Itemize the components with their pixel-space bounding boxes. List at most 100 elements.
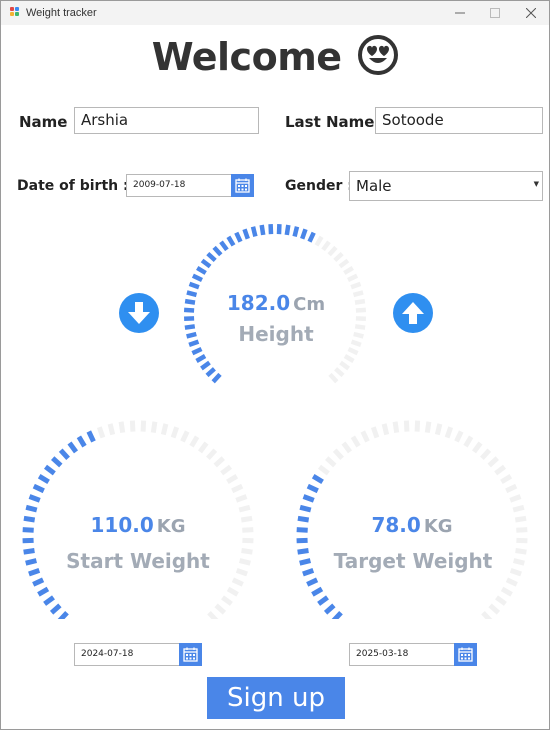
gauge-segment-filled xyxy=(306,483,319,494)
welcome-heading: Welcome xyxy=(1,35,549,84)
gauge-segment-empty xyxy=(505,577,518,587)
gauge-segment-filled xyxy=(306,577,319,587)
target-date-calendar-button[interactable] xyxy=(454,643,477,666)
target-date-field[interactable]: 2025-03-18 xyxy=(349,643,455,666)
gauge-segment-empty xyxy=(494,464,506,476)
title-bar: Weight tracker xyxy=(1,1,549,25)
gauge-segment-filled xyxy=(51,456,63,468)
name-input[interactable]: Arshia xyxy=(74,107,259,134)
last-name-label: Last Name : xyxy=(285,113,386,131)
gauge-segment-empty xyxy=(327,245,338,257)
sign-up-button[interactable]: Sign up xyxy=(207,677,345,719)
height-value: 182.0 xyxy=(226,291,291,315)
gauge-segment-filled xyxy=(200,360,211,371)
close-button[interactable] xyxy=(513,1,549,25)
height-unit: Cm xyxy=(293,294,326,315)
gauge-segment-filled xyxy=(284,224,291,236)
gauge-segment-filled xyxy=(37,586,50,597)
gauge-segment-filled xyxy=(23,515,36,523)
gauge-segment-empty xyxy=(355,307,367,313)
start-date-calendar-button[interactable] xyxy=(179,643,202,666)
gauge-segment-empty xyxy=(463,435,474,448)
gauge-segment-empty xyxy=(235,494,248,503)
gauge-segment-empty xyxy=(434,423,443,436)
heart-eyes-emoji-icon xyxy=(358,35,399,84)
gauge-segment-filled xyxy=(191,346,203,356)
page-title: Welcome xyxy=(151,35,342,79)
dob-date-field[interactable]: 2009-07-18 xyxy=(126,174,232,197)
gauge-segment-filled xyxy=(184,324,196,330)
maximize-icon xyxy=(490,8,500,18)
gauge-segment-filled xyxy=(188,281,200,290)
gauge-segment-empty xyxy=(220,464,232,476)
gauge-segment-empty xyxy=(515,548,527,555)
window-title: Weight tracker xyxy=(26,7,97,19)
gauge-segment-filled xyxy=(23,548,35,555)
dropdown-arrow-icon: ▼ xyxy=(533,180,539,188)
gauge-segment-empty xyxy=(118,421,126,433)
gauge-segment-empty xyxy=(241,548,253,555)
gauge-segment-filled xyxy=(302,568,315,577)
gauge-segment-filled xyxy=(299,558,311,566)
gauge-segment-filled xyxy=(317,595,329,606)
gauge-segment-filled xyxy=(86,430,96,443)
last-name-input[interactable]: Sotoode xyxy=(375,107,543,134)
gauge-segment-filled xyxy=(234,231,243,243)
gauge-segment-empty xyxy=(513,558,525,566)
gauge-segment-empty xyxy=(96,426,106,439)
calendar-icon xyxy=(235,178,250,193)
gauge-segment-filled xyxy=(25,558,37,566)
gauge-segment-empty xyxy=(339,360,350,371)
gauge-segment-filled xyxy=(37,474,50,485)
gauge-segment-empty xyxy=(334,367,345,378)
gauge-segment-empty xyxy=(392,421,400,433)
target-weight-value-display: 78.0 KG xyxy=(337,513,487,537)
gauge-segment-empty xyxy=(240,515,253,523)
gauge-segment-filled xyxy=(323,603,336,615)
gauge-segment-empty xyxy=(231,483,244,494)
start-weight-label: Start Weight xyxy=(66,549,210,573)
gauge-segment-filled xyxy=(302,494,315,503)
gauge-segment-filled xyxy=(242,228,250,240)
gauge-segment-empty xyxy=(354,298,366,305)
decrease-height-button[interactable] xyxy=(119,293,159,333)
gauge-segment-empty xyxy=(500,474,513,485)
dob-calendar-button[interactable] xyxy=(231,174,254,197)
gauge-segment-empty xyxy=(328,372,339,384)
gauge-segment-empty xyxy=(338,258,350,269)
gauge-segment-filled xyxy=(297,548,309,555)
gauge-segment-empty xyxy=(509,568,522,577)
gauge-segment-filled xyxy=(311,474,324,485)
gauge-segment-empty xyxy=(350,339,362,348)
name-label: Name : xyxy=(19,113,79,131)
gauge-segment-empty xyxy=(206,448,218,460)
gauge-segment-empty xyxy=(370,426,380,439)
gauge-segment-filled xyxy=(296,527,308,533)
gauge-segment-filled xyxy=(186,290,198,298)
target-weight-value: 78.0 xyxy=(371,513,421,537)
gender-select[interactable]: Male ▼ xyxy=(349,171,543,201)
gauge-segment-empty xyxy=(495,595,507,606)
start-date-field[interactable]: 2024-07-18 xyxy=(74,643,180,666)
gauge-segment-empty xyxy=(231,577,244,587)
dob-label: Date of birth : xyxy=(17,178,129,194)
gauge-segment-empty xyxy=(238,504,251,513)
gauge-segment-empty xyxy=(332,448,344,460)
gauge-segment-empty xyxy=(480,448,492,460)
gauge-segment-empty xyxy=(140,420,147,432)
gauge-segment-empty xyxy=(150,421,158,433)
gauge-segment-empty xyxy=(160,423,169,436)
gauge-segment-filled xyxy=(195,354,207,363)
gauge-segment-empty xyxy=(350,281,362,290)
maximize-button[interactable] xyxy=(477,1,513,25)
gauge-segment-empty xyxy=(343,265,354,275)
gauge-segment-empty xyxy=(221,595,233,606)
gauge-segment-empty xyxy=(321,240,331,252)
gauge-segment-filled xyxy=(28,568,41,577)
app-icon xyxy=(10,7,20,18)
gauge-segment-empty xyxy=(414,420,421,432)
gauge-segment-filled xyxy=(188,339,200,348)
app-window: Weight tracker Welcome Name : Arshia Las… xyxy=(0,0,550,730)
minimize-button[interactable] xyxy=(442,1,478,25)
increase-height-button[interactable] xyxy=(393,293,433,333)
